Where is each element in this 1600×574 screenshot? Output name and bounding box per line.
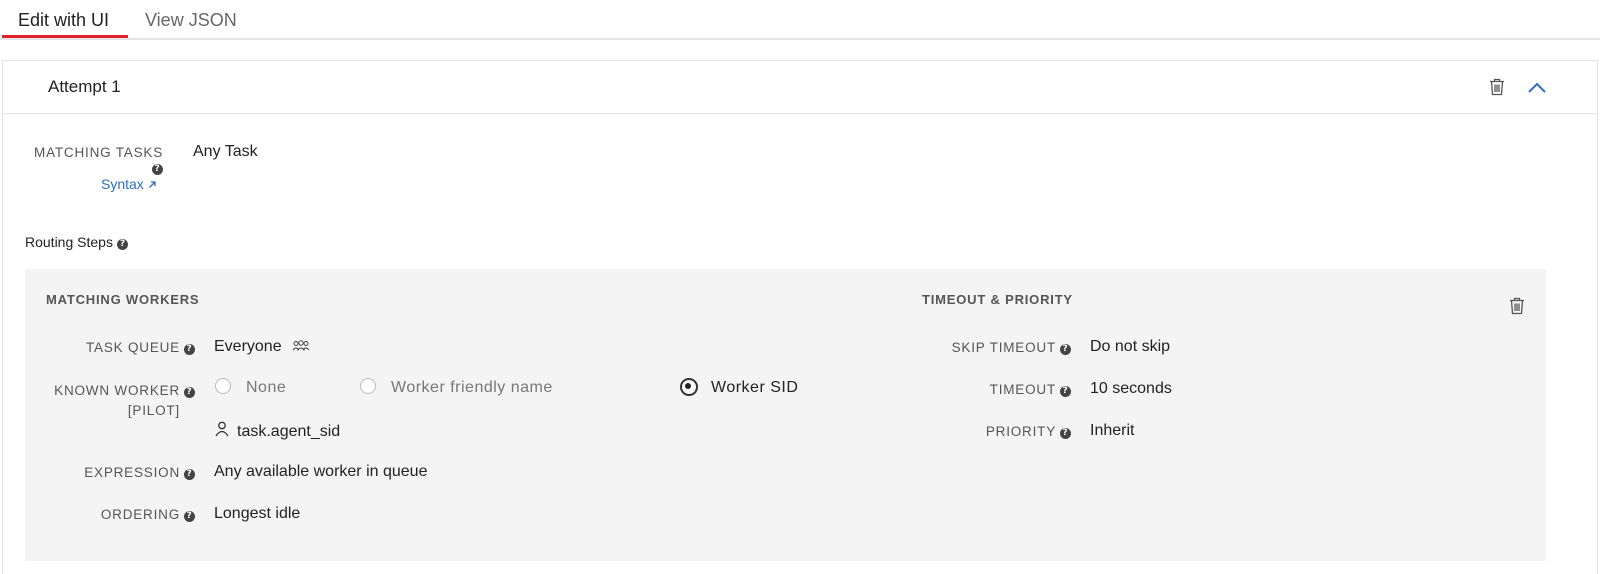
timeout-priority-heading: TIMEOUT & PRIORITY	[922, 292, 1073, 307]
help-icon[interactable]: ?	[184, 511, 195, 522]
active-tab-indicator	[2, 35, 128, 38]
routing-step-panel: MATCHING WORKERS TIMEOUT & PRIORITY TASK…	[25, 269, 1546, 561]
help-icon[interactable]: ?	[184, 387, 195, 398]
radio-worker-friendly-name[interactable]	[360, 378, 376, 394]
timeout-value[interactable]: 10 seconds	[1090, 380, 1172, 398]
help-icon[interactable]: ?	[184, 469, 195, 480]
person-icon	[215, 421, 229, 437]
ordering-value[interactable]: Longest idle	[214, 505, 300, 523]
delete-step-button[interactable]	[1509, 297, 1525, 320]
matching-workers-heading: MATCHING WORKERS	[46, 292, 200, 307]
help-icon[interactable]: ?	[1060, 386, 1071, 397]
priority-label: PRIORITY?	[905, 424, 1071, 439]
worker-sid-value[interactable]: task.agent_sid	[215, 421, 340, 441]
syntax-link[interactable]: Syntax	[101, 176, 157, 192]
delete-attempt-button[interactable]	[1489, 78, 1505, 101]
collapse-button[interactable]	[1527, 81, 1547, 99]
radio-worker-friendly-name-label[interactable]: Worker friendly name	[391, 379, 553, 397]
known-worker-label: KNOWN WORKER? [PILOT]	[45, 381, 195, 421]
trash-icon	[1510, 297, 1524, 315]
help-icon[interactable]: ?	[116, 239, 128, 250]
radio-worker-sid-label[interactable]: Worker SID	[711, 379, 798, 397]
routing-steps-label: Routing Steps?	[25, 234, 128, 250]
radio-worker-sid[interactable]	[680, 378, 698, 396]
attempt-header[interactable]: Attempt 1	[3, 61, 1597, 114]
radio-none-label[interactable]: None	[246, 379, 286, 397]
tab-view-json[interactable]: View JSON	[145, 10, 237, 31]
ordering-label: ORDERING?	[45, 507, 195, 522]
chevron-up-icon	[1528, 82, 1546, 93]
task-queue-label: TASK QUEUE?	[45, 340, 195, 355]
help-icon[interactable]: ?	[1060, 344, 1071, 355]
skip-timeout-value[interactable]: Do not skip	[1090, 338, 1170, 356]
trash-icon	[1490, 78, 1504, 96]
matching-tasks-label: MATCHING TASKS?	[34, 145, 163, 175]
expression-value[interactable]: Any available worker in queue	[214, 463, 427, 481]
attempt-title: Attempt 1	[48, 77, 121, 96]
tab-bar: Edit with UI View JSON	[0, 0, 1600, 40]
radio-none[interactable]	[215, 378, 231, 394]
priority-value[interactable]: Inherit	[1090, 422, 1134, 440]
timeout-label: TIMEOUT?	[905, 382, 1071, 397]
help-icon[interactable]: ?	[152, 164, 163, 175]
matching-tasks-value[interactable]: Any Task	[193, 143, 258, 161]
skip-timeout-label: SKIP TIMEOUT?	[905, 340, 1071, 355]
task-queue-value[interactable]: Everyone	[214, 338, 310, 356]
attempt-card: Attempt 1 MATCHING TASKS? Any Task Synta…	[2, 60, 1598, 574]
tab-edit-with-ui[interactable]: Edit with UI	[18, 10, 109, 31]
expression-label: EXPRESSION?	[45, 465, 195, 480]
external-link-icon	[148, 181, 156, 188]
help-icon[interactable]: ?	[1060, 428, 1071, 439]
queue-group-icon	[292, 340, 310, 351]
help-icon[interactable]: ?	[184, 344, 195, 355]
